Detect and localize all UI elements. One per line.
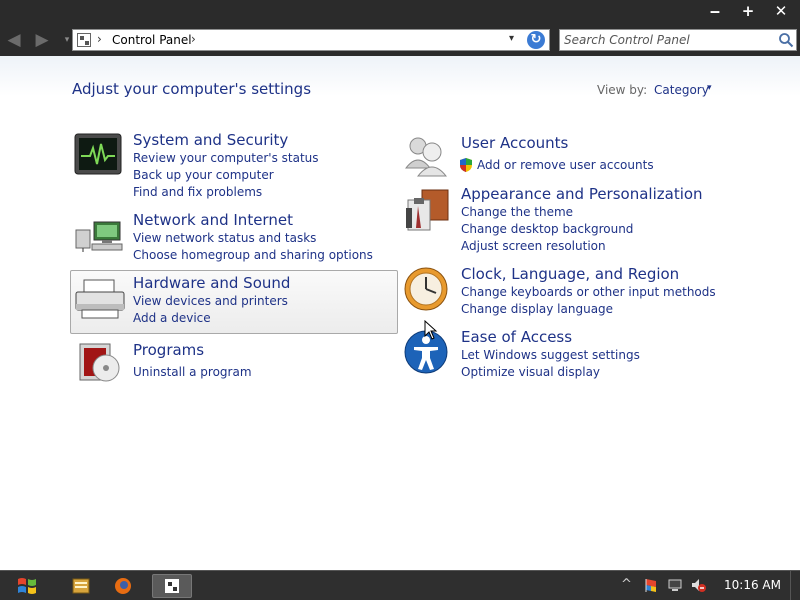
programs-icon <box>79 343 120 382</box>
appearance-icon <box>406 189 449 231</box>
refresh-button[interactable]: ↻ <box>527 31 545 49</box>
page-title: Adjust your computer's settings <box>72 80 312 98</box>
view-by-dropdown[interactable]: Category <box>654 83 709 97</box>
volume-muted-icon[interactable] <box>690 577 706 593</box>
action-center-flag-icon[interactable] <box>643 577 659 593</box>
link-review-status[interactable]: Review your computer's status <box>133 151 319 165</box>
link-optimize-display[interactable]: Optimize visual display <box>461 365 600 379</box>
back-button[interactable]: ◀ <box>5 31 23 49</box>
system-security-icon <box>74 133 122 175</box>
search-icon[interactable] <box>778 32 794 48</box>
link-back-up[interactable]: Back up your computer <box>133 168 274 182</box>
view-by-label: View by: <box>597 83 648 97</box>
control-panel-icon <box>77 33 91 47</box>
link-find-fix[interactable]: Find and fix problems <box>133 185 262 199</box>
user-accounts-icon <box>404 137 448 177</box>
breadcrumb-control-panel[interactable]: Control Panel <box>112 33 192 47</box>
forward-button[interactable]: ▶ <box>33 31 51 49</box>
chevron-down-icon[interactable]: ▾ <box>707 83 712 93</box>
hardware-sound-title[interactable]: Hardware and Sound <box>133 274 290 292</box>
firefox-icon[interactable] <box>103 574 143 598</box>
search-box[interactable] <box>559 29 797 51</box>
link-network-status[interactable]: View network status and tasks <box>133 231 316 245</box>
network-internet-title[interactable]: Network and Internet <box>133 211 293 229</box>
close-button[interactable]: ✕ <box>766 0 796 22</box>
breadcrumb-separator[interactable]: › <box>191 32 196 46</box>
show-desktop-button[interactable] <box>790 571 800 600</box>
search-input[interactable] <box>564 32 772 48</box>
link-uninstall[interactable]: Uninstall a program <box>133 365 252 379</box>
mouse-cursor-icon <box>424 320 438 340</box>
link-screen-resolution[interactable]: Adjust screen resolution <box>461 239 606 253</box>
address-bar[interactable]: › Control Panel › ▾ ↻ <box>72 29 550 51</box>
breadcrumb-separator[interactable]: › <box>97 32 102 46</box>
ease-access-title[interactable]: Ease of Access <box>461 328 572 346</box>
link-display-language[interactable]: Change display language <box>461 302 613 316</box>
link-add-remove-users[interactable]: Add or remove user accounts <box>477 158 654 172</box>
taskbar: ^ 10:16 AM <box>0 570 800 600</box>
link-devices-printers[interactable]: View devices and printers <box>133 294 288 308</box>
printer-icon <box>75 279 125 319</box>
link-change-theme[interactable]: Change the theme <box>461 205 573 219</box>
address-dropdown-icon[interactable]: ▾ <box>509 33 514 44</box>
user-accounts-title[interactable]: User Accounts <box>461 134 568 152</box>
programs-title[interactable]: Programs <box>133 341 204 359</box>
clock-region-title[interactable]: Clock, Language, and Region <box>461 265 679 283</box>
uac-shield-icon <box>460 158 472 172</box>
link-add-device[interactable]: Add a device <box>133 311 211 325</box>
clock-icon <box>404 267 448 311</box>
network-icon <box>75 221 123 252</box>
minimize-button[interactable]: ‒ <box>700 0 730 22</box>
system-security-title[interactable]: System and Security <box>133 131 288 149</box>
link-homegroup[interactable]: Choose homegroup and sharing options <box>133 248 373 262</box>
system-clock[interactable]: 10:16 AM <box>724 578 781 592</box>
file-explorer-icon[interactable] <box>60 574 100 598</box>
link-suggest-settings[interactable]: Let Windows suggest settings <box>461 348 640 362</box>
start-windows-icon[interactable] <box>8 574 48 598</box>
navigation-bar: ◀ ▶ ▾ › Control Panel › ▾ ↻ <box>0 24 800 56</box>
link-desktop-background[interactable]: Change desktop background <box>461 222 633 236</box>
network-tray-icon[interactable] <box>667 577 683 593</box>
tray-overflow-chevron[interactable]: ^ <box>621 577 637 593</box>
appearance-title[interactable]: Appearance and Personalization <box>461 185 703 203</box>
control-panel-taskbar-button[interactable] <box>152 574 192 598</box>
maximize-button[interactable]: + <box>733 0 763 22</box>
title-bar: ‒ + ✕ <box>0 0 800 24</box>
link-keyboards[interactable]: Change keyboards or other input methods <box>461 285 716 299</box>
